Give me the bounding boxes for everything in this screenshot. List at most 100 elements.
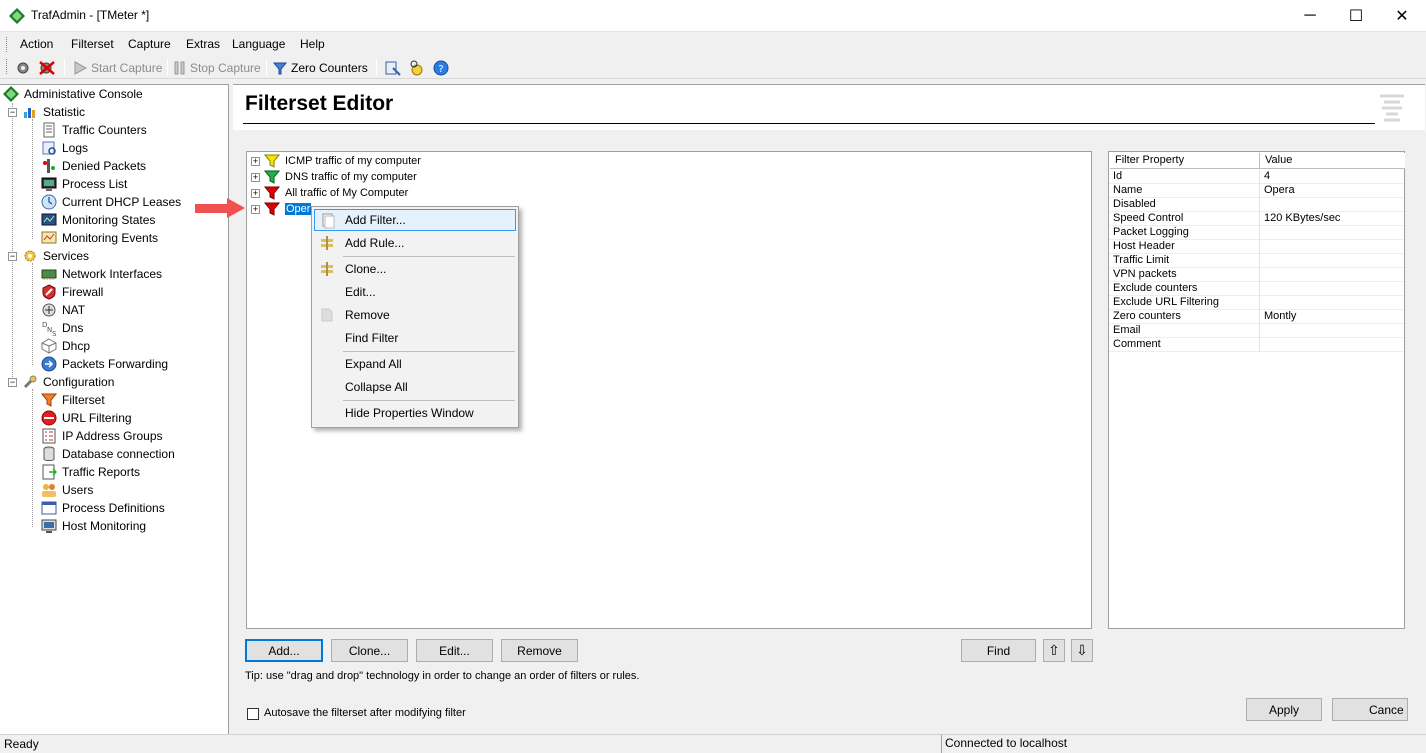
help-button[interactable]: ? (432, 58, 450, 77)
clone-button[interactable]: Clone... (331, 639, 408, 662)
sidebar-item-packets-forwarding[interactable]: Packets Forwarding (41, 355, 168, 373)
sidebar-item-firewall[interactable]: Firewall (41, 283, 103, 301)
menu-capture[interactable]: Capture (128, 37, 171, 51)
property-row[interactable]: VPN packets (1109, 268, 1404, 282)
tree-line (12, 103, 13, 381)
sidebar-item-network-interfaces[interactable]: Network Interfaces (41, 265, 162, 283)
property-row[interactable]: Exclude URL Filtering (1109, 296, 1404, 310)
property-key: Comment (1113, 338, 1161, 350)
property-row[interactable]: Email (1109, 324, 1404, 338)
menu-item-remove[interactable]: Remove (314, 304, 516, 326)
property-row[interactable]: Host Header (1109, 240, 1404, 254)
property-row[interactable]: Id 4 (1109, 170, 1404, 184)
disconnect-button[interactable] (38, 58, 56, 77)
move-up-button[interactable]: ⇧ (1043, 639, 1065, 662)
add-button[interactable]: Add... (245, 639, 323, 662)
menu-action[interactable]: Action (20, 37, 53, 51)
sidebar-item-dhcp[interactable]: Dhcp (41, 337, 90, 355)
properties-grid[interactable]: Filter Property Value Id 4 Name Opera Disabl… (1108, 151, 1405, 629)
tree-node-services[interactable]: Services (22, 247, 89, 265)
sidebar-item-filterset[interactable]: Filterset (41, 391, 105, 409)
sidebar-item-ip-address-groups[interactable]: IP Address Groups (41, 427, 163, 445)
col-header-value[interactable]: Value (1260, 153, 1405, 169)
menu-item-label: Hide Properties Window (345, 406, 474, 420)
statistic-collapse-toggle[interactable]: − (8, 108, 17, 117)
sidebar-item-dhcp-leases[interactable]: Current DHCP Leases (41, 193, 181, 211)
sidebar-item-process-list[interactable]: Process List (41, 175, 127, 193)
filter-item-opera-selected[interactable]: + Oper (251, 200, 312, 218)
menu-item-edit[interactable]: Edit... (314, 281, 516, 303)
sidebar-item-denied-packets[interactable]: Denied Packets (41, 157, 146, 175)
sidebar-item-monitoring-events[interactable]: Monitoring Events (41, 229, 158, 247)
menu-item-clone[interactable]: Clone... (314, 258, 516, 280)
tree-node-statistic[interactable]: Statistic (22, 103, 85, 121)
menu-item-add-filter[interactable]: Add Filter... (314, 209, 516, 231)
tool-button-2[interactable] (408, 58, 426, 77)
zero-counters-button[interactable]: Zero Counters (272, 58, 368, 77)
cancel-button[interactable]: Cance (1332, 698, 1408, 721)
tree-line (32, 119, 33, 239)
property-row[interactable]: Speed Control 120 KBytes/sec (1109, 212, 1404, 226)
menu-help[interactable]: Help (300, 37, 325, 51)
menu-item-label: Collapse All (345, 380, 408, 394)
column-divider (1259, 338, 1260, 352)
users-icon (42, 484, 56, 497)
sidebar-item-monitoring-states[interactable]: Monitoring States (41, 211, 155, 229)
sidebar-item-traffic-reports[interactable]: Traffic Reports (41, 463, 140, 481)
menu-item-find-filter[interactable]: Find Filter (314, 327, 516, 349)
remove-button[interactable]: Remove (501, 639, 578, 662)
expand-toggle[interactable]: + (251, 204, 260, 214)
edit-button[interactable]: Edit... (416, 639, 493, 662)
menu-item-expand-all[interactable]: Expand All (314, 353, 516, 375)
maximize-button[interactable]: ☐ (1333, 0, 1379, 31)
menu-item-collapse-all[interactable]: Collapse All (314, 376, 516, 398)
property-row[interactable]: Packet Logging (1109, 226, 1404, 240)
sidebar-item-nat[interactable]: NAT (41, 301, 85, 319)
tool-button-1[interactable] (384, 58, 402, 77)
sidebar-item-logs[interactable]: Logs (41, 139, 88, 157)
process-definitions-icon (41, 501, 57, 515)
sidebar-item-database-connection[interactable]: Database connection (41, 445, 175, 463)
sidebar-item-process-definitions[interactable]: Process Definitions (41, 499, 165, 517)
menu-item-hide-properties[interactable]: Hide Properties Window (314, 402, 516, 424)
apply-button[interactable]: Apply (1246, 698, 1322, 721)
property-row[interactable]: Traffic Limit (1109, 254, 1404, 268)
find-button[interactable]: Find (961, 639, 1036, 662)
close-button[interactable]: ✕ (1379, 0, 1425, 31)
sidebar-item-url-filtering[interactable]: URL Filtering (41, 409, 132, 427)
sidebar-item-traffic-counters[interactable]: Traffic Counters (41, 121, 147, 139)
property-row[interactable]: Comment (1109, 338, 1404, 352)
expand-toggle[interactable]: + (251, 172, 260, 182)
stop-capture-button[interactable]: Stop Capture (173, 58, 261, 77)
monitoring-events-icon (41, 231, 57, 244)
menu-language[interactable]: Language (232, 37, 285, 51)
menu-extras[interactable]: Extras (186, 37, 220, 51)
autosave-checkbox[interactable] (247, 708, 259, 720)
minimize-button[interactable]: ─ (1287, 0, 1333, 31)
property-row[interactable]: Disabled (1109, 198, 1404, 212)
expand-toggle[interactable]: + (251, 156, 260, 166)
stop-capture-label: Stop Capture (190, 60, 261, 75)
menu-separator (343, 351, 515, 352)
sidebar-item-dns[interactable]: DNS Dns (41, 319, 83, 337)
connect-button[interactable] (15, 58, 33, 77)
col-header-property[interactable]: Filter Property (1110, 153, 1260, 169)
statistic-chart-icon (24, 108, 35, 118)
sidebar-item-users[interactable]: Users (41, 481, 93, 499)
host-monitoring-icon (41, 519, 57, 533)
sidebar-item-label: Firewall (62, 285, 104, 299)
property-row[interactable]: Name Opera (1109, 184, 1404, 198)
configuration-collapse-toggle[interactable]: − (8, 378, 17, 387)
tree-node-configuration[interactable]: Configuration (22, 373, 114, 391)
property-value: Montly (1264, 310, 1297, 322)
services-collapse-toggle[interactable]: − (8, 252, 17, 261)
move-down-button[interactable]: ⇩ (1071, 639, 1093, 662)
expand-toggle[interactable]: + (251, 188, 260, 198)
sidebar-item-host-monitoring[interactable]: Host Monitoring (41, 517, 146, 535)
tree-root-admin-console[interactable]: Administative Console (3, 85, 143, 103)
property-row[interactable]: Zero counters Montly (1109, 310, 1404, 324)
property-row[interactable]: Exclude counters (1109, 282, 1404, 296)
menu-filterset[interactable]: Filterset (71, 37, 114, 51)
start-capture-button[interactable]: Start Capture (72, 58, 162, 77)
menu-item-add-rule[interactable]: Add Rule... (314, 232, 516, 254)
